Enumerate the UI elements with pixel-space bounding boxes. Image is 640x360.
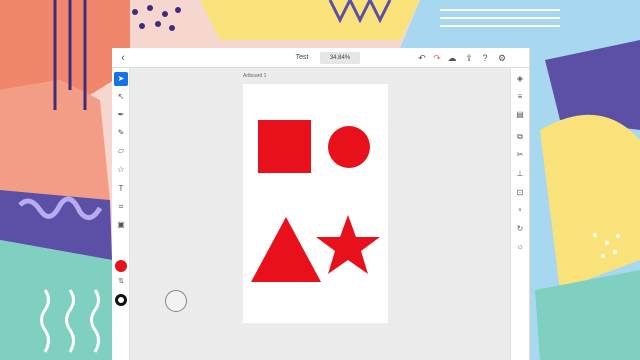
star-shape[interactable]	[316, 215, 380, 274]
circle-shape[interactable]	[328, 126, 370, 168]
direct-selection-tool-icon[interactable]: ↖	[114, 90, 128, 104]
triangle-shape[interactable]	[251, 217, 321, 282]
brightness-icon[interactable]: ☼	[513, 240, 527, 254]
stroke-color-swatch[interactable]	[115, 294, 127, 306]
export-icon[interactable]: ⊡	[513, 186, 527, 200]
left-toolbar: ➤ ↖ ✒ ✎ ▱ ☆ T ⌗ ▣ ⇅	[112, 68, 130, 360]
chevron-left-icon[interactable]: ‹	[116, 51, 130, 65]
zoom-level[interactable]: 34.84%	[320, 52, 360, 64]
align-icon[interactable]: ⊥	[513, 167, 527, 181]
top-bar: ‹ Test 34.84% ↶ ↷ ☁ ⇪ ? ⚙	[112, 48, 529, 68]
cloud-sync-icon[interactable]: ☁	[445, 51, 459, 65]
transform-icon[interactable]: ↻	[513, 222, 527, 236]
text-tool-icon[interactable]: T	[114, 182, 128, 196]
place-image-icon[interactable]: ▣	[114, 218, 128, 232]
redo-icon[interactable]: ↷	[430, 51, 444, 65]
layers-icon[interactable]: ◈	[513, 72, 527, 86]
scissors-icon[interactable]: ✂	[513, 148, 527, 162]
artboard[interactable]	[243, 84, 388, 323]
libraries-icon[interactable]: ▤	[513, 108, 527, 122]
shape-tool-icon[interactable]: ☆	[114, 163, 128, 177]
fill-color-swatch[interactable]	[115, 260, 127, 272]
settings-icon[interactable]: ⚙	[495, 51, 509, 65]
touch-shortcut-circle[interactable]	[165, 290, 187, 312]
type-settings-icon[interactable]: ⁿ	[513, 204, 527, 218]
square-shape[interactable]	[258, 120, 311, 173]
pencil-tool-icon[interactable]: ✎	[114, 126, 128, 140]
pen-tool-icon[interactable]: ✒	[114, 108, 128, 122]
arrange-icon[interactable]: ⧉	[513, 130, 527, 144]
illustrator-window: ‹ Test 34.84% ↶ ↷ ☁ ⇪ ? ⚙ ➤ ↖ ✒ ✎ ▱ ☆ T …	[112, 48, 529, 360]
selection-tool-icon[interactable]: ➤	[114, 72, 128, 86]
document-title: Test	[295, 54, 309, 61]
swap-colors-icon[interactable]: ⇅	[115, 276, 127, 288]
properties-icon[interactable]: ≡	[513, 90, 527, 104]
share-icon[interactable]: ⇪	[462, 51, 476, 65]
help-icon[interactable]: ?	[478, 51, 492, 65]
undo-icon[interactable]: ↶	[415, 51, 429, 65]
eraser-tool-icon[interactable]: ▱	[114, 144, 128, 158]
right-toolbar: ◈ ≡ ▤ ⧉ ✂ ⊥ ⊡ ⁿ ↻ ☼	[510, 68, 529, 360]
canvas-area[interactable]: Artboard 1	[131, 68, 510, 360]
artboard-label: Artboard 1	[243, 73, 267, 79]
crop-tool-icon[interactable]: ⌗	[114, 200, 128, 214]
